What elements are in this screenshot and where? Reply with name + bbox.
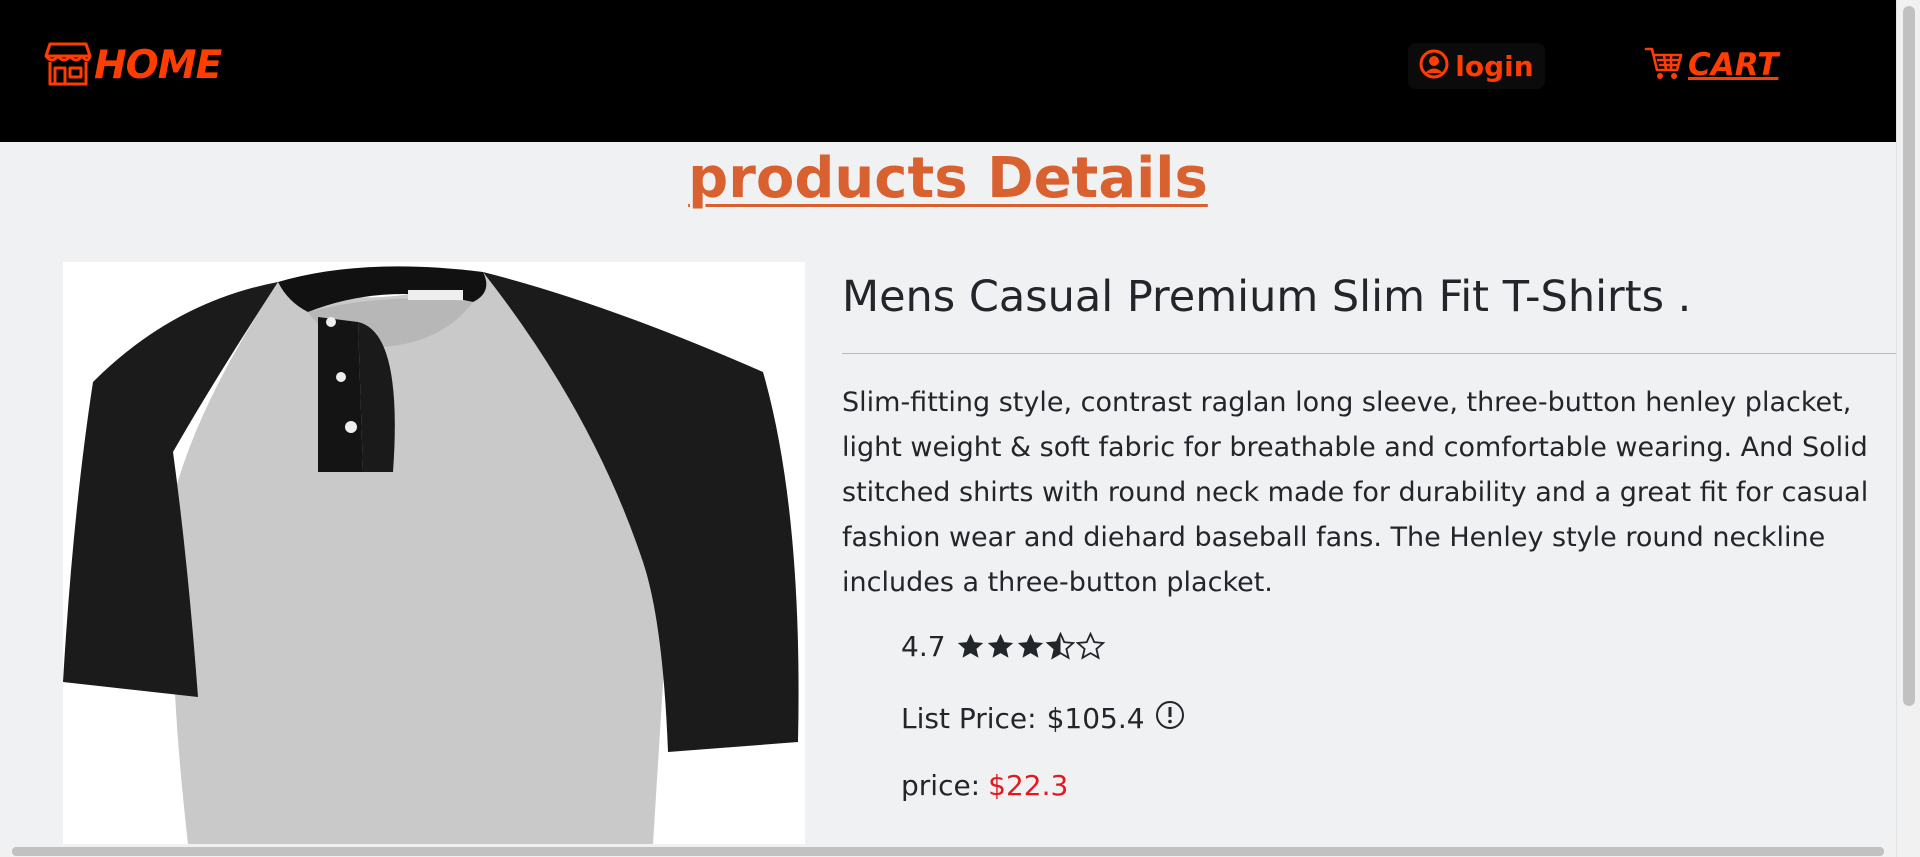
cart-label: CART — [1688, 47, 1779, 83]
home-link[interactable]: HOME — [44, 40, 222, 90]
navbar: HOME login CART — [0, 0, 1896, 142]
user-circle-icon — [1419, 49, 1449, 83]
list-price: List Price: $105.4 — [901, 700, 1185, 737]
vertical-scroll-thumb[interactable] — [1903, 6, 1915, 706]
cart-icon — [1644, 45, 1684, 85]
star-filled-icon — [987, 633, 1013, 658]
vertical-scrollbar[interactable] — [1896, 0, 1920, 857]
list-price-value: $105.4 — [1046, 702, 1145, 735]
product-name: Mens Casual Premium Slim Fit T-Shirts . — [842, 272, 1692, 322]
page-title: products Details — [688, 146, 1208, 211]
sale-price-label: price: — [901, 769, 981, 802]
rating-stars — [956, 632, 1105, 661]
rating: 4.7 — [901, 630, 1105, 663]
divider — [842, 353, 1896, 354]
home-label: HOME — [94, 42, 222, 88]
star-half-icon — [1045, 632, 1075, 660]
rating-value: 4.7 — [901, 630, 946, 663]
info-icon[interactable] — [1155, 700, 1185, 737]
star-filled-icon — [1017, 633, 1043, 658]
store-icon — [44, 40, 92, 90]
star-filled-icon — [957, 633, 983, 658]
login-button[interactable]: login — [1408, 43, 1545, 89]
horizontal-scrollbar[interactable] — [0, 845, 1896, 857]
sale-price: price: $22.3 — [901, 769, 1068, 802]
tshirt-image — [63, 262, 805, 844]
star-empty-icon — [1075, 632, 1105, 660]
sale-price-value: $22.3 — [988, 769, 1069, 802]
list-price-label: List Price: — [901, 702, 1037, 735]
cart-link[interactable]: CART — [1644, 42, 1778, 88]
product-description: Slim-fitting style, contrast raglan long… — [842, 387, 1869, 598]
horizontal-scroll-thumb[interactable] — [12, 847, 1884, 856]
login-label: login — [1455, 49, 1534, 83]
